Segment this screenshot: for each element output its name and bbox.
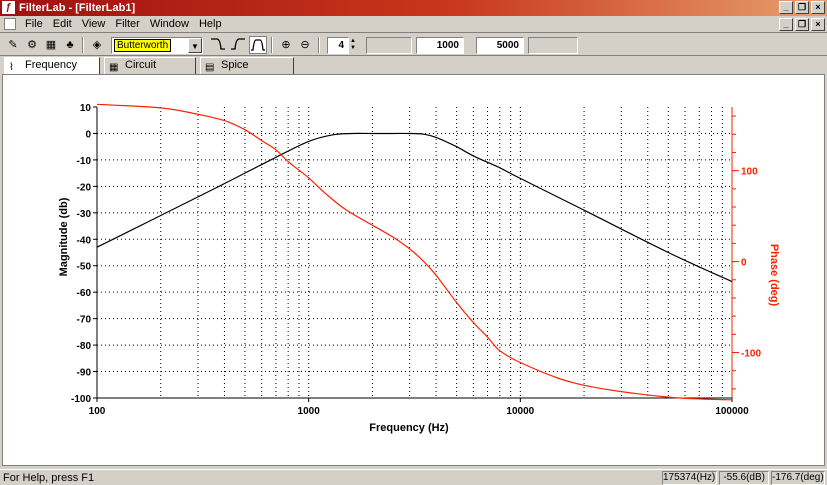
y-tick-label: -80 [77, 341, 92, 352]
y-tick-label: -10 [77, 156, 92, 167]
y2-tick-label: -100 [741, 349, 761, 360]
y-axis-label: Magnitude (db) [58, 197, 70, 276]
y-tick-label: -40 [77, 235, 92, 246]
zoom-in-icon[interactable]: ⊕ [277, 36, 295, 54]
tab-spice[interactable]: ▤ Spice [200, 57, 294, 74]
minimize-button[interactable]: _ [779, 1, 793, 14]
optimize-icon[interactable]: ♣ [61, 36, 79, 54]
tab-circuit[interactable]: ▦ Circuit [104, 57, 196, 74]
component-icon[interactable]: ▦ [42, 36, 60, 54]
settings-icon[interactable]: ◈ [88, 36, 106, 54]
menu-view[interactable]: View [77, 18, 111, 31]
window-title: FilterLab - [FilterLab1] [19, 2, 136, 14]
maximize-button[interactable]: ❐ [795, 1, 809, 14]
document-icon[interactable] [4, 18, 16, 30]
menu-help[interactable]: Help [194, 18, 227, 31]
doc-minimize-button[interactable]: _ [779, 18, 793, 31]
close-button[interactable]: × [811, 1, 825, 14]
design-wizard-icon[interactable]: ✎ [4, 36, 22, 54]
menu-edit[interactable]: Edit [48, 18, 77, 31]
x-tick-label: 100000 [715, 406, 749, 417]
doc-restore-button[interactable]: ❐ [795, 18, 809, 31]
tab-frequency-label: Frequency [25, 59, 77, 71]
filter-design-icon[interactable]: ⚙ [23, 36, 41, 54]
lowpass-icon[interactable] [209, 36, 227, 54]
frequency-plot-area[interactable]: 10 0 -10 -20 -30 -40 -50 -60 -70 -80 -90 -100 100 100… [2, 74, 825, 466]
chart-axes: 100-10-20-30-40-50-60-70-80-90-100100 100… [71, 103, 761, 417]
y-tick-label: 0 [85, 129, 91, 140]
document-window-controls: _ ❐ × [779, 18, 825, 31]
view-tabs: ⌇ Frequency ▦ Circuit ▤ Spice [0, 56, 827, 74]
filter-type-value: Butterworth [114, 39, 172, 52]
frequency-plot-icon: ⌇ [9, 62, 14, 73]
status-help-text: For Help, press F1 [3, 472, 95, 484]
x-axis-label: Frequency (Hz) [369, 422, 449, 434]
status-frequency: 175374(Hz) [662, 471, 717, 485]
high-frequency-input[interactable]: 5000 [476, 37, 524, 54]
phase-series-line [96, 103, 733, 401]
empty-field-1 [366, 37, 412, 54]
chevron-down-icon[interactable]: ▼ [188, 38, 202, 53]
tab-frequency[interactable]: ⌇ Frequency [4, 57, 100, 74]
x-tick-label: 10000 [506, 406, 534, 417]
menu-window[interactable]: Window [145, 18, 194, 31]
status-phase: -176.7(deg) [771, 471, 825, 485]
chart-lines [96, 103, 733, 401]
y-tick-label: -70 [77, 315, 92, 326]
window-controls: _ ❐ × [779, 1, 825, 14]
tab-spice-label: Spice [221, 59, 249, 71]
x-tick-label: 100 [89, 406, 106, 417]
y2-axis-label: Phase (deg) [768, 244, 780, 307]
menu-file[interactable]: File [20, 18, 48, 31]
toolbar: ✎ ⚙ ▦ ♣ ◈ Butterworth ▼ ⊕ ⊖ 4 ▲ ▼ 1000 50… [0, 34, 827, 56]
circuit-icon: ▦ [109, 62, 119, 73]
y-tick-label: -30 [77, 209, 92, 220]
menu-bar: File Edit View Filter Window Help _ ❐ × [0, 16, 827, 33]
magnitude-series-line [96, 132, 733, 283]
title-bar[interactable]: ƒ FilterLab - [FilterLab1] _ ❐ × [0, 0, 827, 16]
filter-order-input[interactable]: 4 [327, 37, 349, 54]
zoom-out-icon[interactable]: ⊖ [296, 36, 314, 54]
filter-type-select[interactable]: Butterworth ▼ [111, 37, 203, 54]
y-tick-label: 10 [80, 103, 92, 114]
y-tick-label: -50 [77, 262, 92, 273]
filterlab-app-icon[interactable]: ƒ [2, 1, 15, 14]
y-tick-label: -100 [71, 394, 91, 405]
x-tick-label: 1000 [298, 406, 321, 417]
empty-field-2 [528, 37, 578, 54]
y-tick-label: -20 [77, 182, 92, 193]
spice-icon: ▤ [205, 62, 215, 73]
menu-filter[interactable]: Filter [110, 18, 144, 31]
highpass-icon[interactable] [229, 36, 247, 54]
frequency-response-chart: 100-10-20-30-40-50-60-70-80-90-100100 100… [58, 103, 780, 434]
y-tick-label: -90 [77, 368, 92, 379]
doc-close-button[interactable]: × [811, 18, 825, 31]
status-magnitude: -55.6(dB) [719, 471, 769, 485]
status-bar: For Help, press F1 175374(Hz) -55.6(dB) … [0, 469, 827, 485]
order-spinner[interactable]: ▲ ▼ [349, 38, 357, 53]
y2-tick-label: 100 [741, 167, 758, 178]
tab-circuit-label: Circuit [125, 59, 157, 71]
y2-tick-label: 0 [741, 258, 747, 269]
y-tick-label: -60 [77, 288, 92, 299]
bandpass-icon[interactable] [249, 36, 267, 54]
low-frequency-input[interactable]: 1000 [416, 37, 464, 54]
